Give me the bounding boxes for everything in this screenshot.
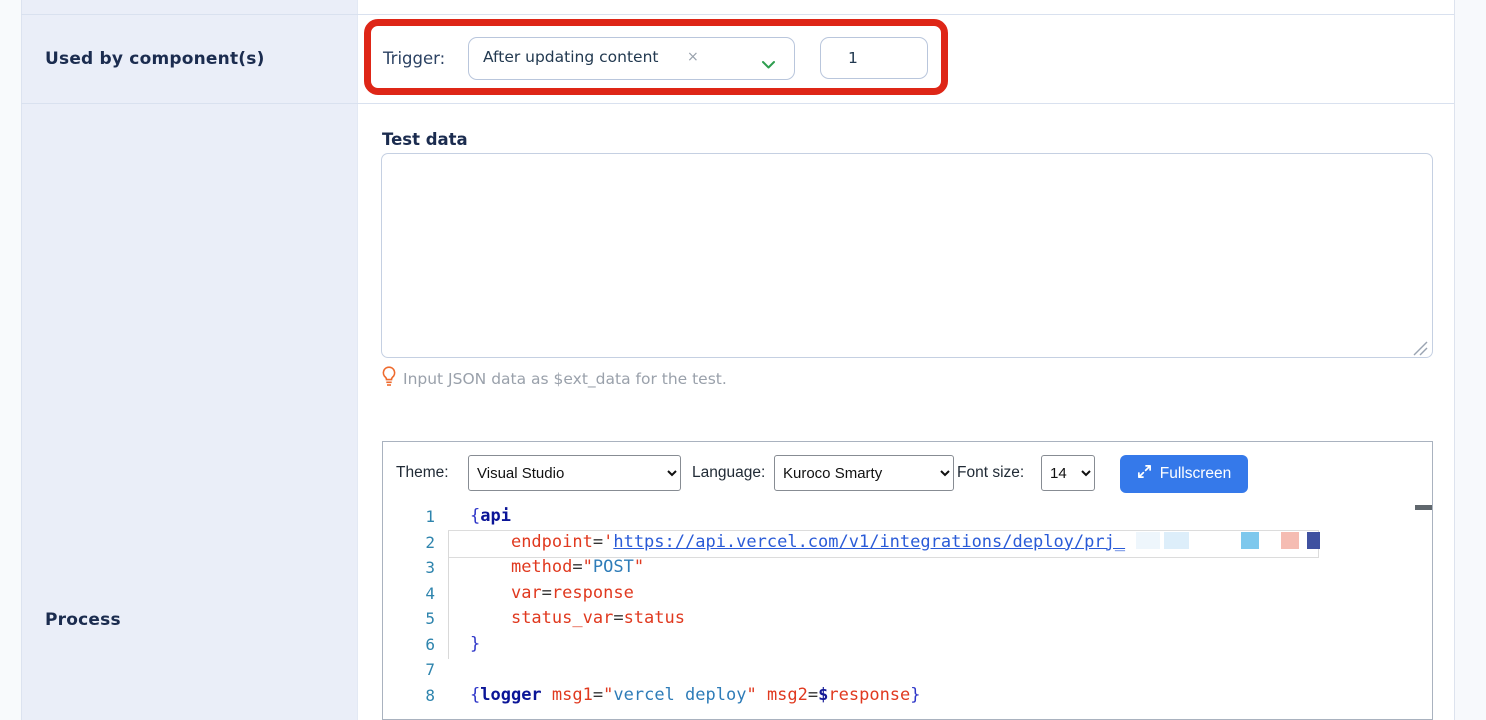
code-token: method bbox=[510, 557, 573, 578]
textarea-resize-handle[interactable] bbox=[1408, 340, 1428, 360]
code-editor-panel: Theme: Visual Studio Language: Kuroco Sm… bbox=[382, 441, 1433, 720]
column-divider bbox=[357, 0, 358, 720]
code-token: response bbox=[828, 684, 911, 705]
code-line[interactable]: {api bbox=[470, 504, 1320, 530]
row-label-used-by-components: Used by component(s) bbox=[45, 49, 265, 69]
minimap[interactable] bbox=[1328, 504, 1414, 528]
code-token: { bbox=[470, 684, 481, 705]
font-size-label: Font size: bbox=[957, 464, 1025, 481]
code-token: var bbox=[510, 582, 542, 603]
language-select[interactable]: Kuroco Smarty bbox=[774, 455, 954, 491]
code-token: status_var bbox=[510, 608, 614, 629]
row-divider-top bbox=[21, 14, 1454, 15]
code-token: " bbox=[633, 557, 645, 578]
code-token: = bbox=[807, 684, 819, 705]
code-line[interactable]: status_var=status bbox=[470, 606, 1320, 632]
fullscreen-button-label: Fullscreen bbox=[1159, 465, 1232, 482]
hint-text: Input JSON data as $ext_data for the tes… bbox=[403, 369, 727, 388]
test-data-hint: Input JSON data as $ext_data for the tes… bbox=[381, 366, 727, 391]
code-token: = bbox=[572, 557, 583, 578]
page-right-gutter bbox=[1454, 0, 1486, 720]
line-number: 2 bbox=[425, 532, 435, 552]
test-data-textarea[interactable] bbox=[381, 153, 1433, 358]
language-label: Language: bbox=[692, 464, 766, 481]
code-token: vercel deploy bbox=[613, 684, 747, 705]
line-number: 3 bbox=[425, 558, 435, 578]
remove-tag-icon[interactable]: × bbox=[687, 49, 699, 65]
font-size-select[interactable]: 14 bbox=[1041, 455, 1095, 491]
lightbulb-icon bbox=[381, 366, 397, 391]
code-token: " bbox=[603, 684, 614, 705]
code-token: $ bbox=[818, 684, 829, 705]
line-number: 4 bbox=[425, 583, 435, 603]
code-token: = bbox=[592, 531, 604, 552]
code-line[interactable]: var=response bbox=[470, 581, 1320, 607]
code-text-area[interactable]: {api endpoint='https://api.vercel.com/v1… bbox=[470, 504, 1320, 709]
minimap-line bbox=[1328, 525, 1414, 528]
expand-arrows-icon bbox=[1137, 464, 1152, 484]
code-token: logger bbox=[480, 684, 542, 705]
page: Used by component(s) Process Trigger: Af… bbox=[0, 0, 1486, 720]
code-token: endpoint bbox=[510, 531, 593, 552]
trigger-count-input[interactable] bbox=[820, 37, 928, 79]
theme-select[interactable]: Visual Studio bbox=[468, 455, 681, 491]
theme-label: Theme: bbox=[396, 464, 449, 481]
line-number-gutter: 1 2 3 4 5 6 7 8 bbox=[383, 504, 435, 709]
row-label-process: Process bbox=[45, 610, 121, 630]
test-data-heading: Test data bbox=[382, 130, 468, 149]
fullscreen-button[interactable]: Fullscreen bbox=[1120, 455, 1248, 493]
code-token: response bbox=[551, 582, 634, 603]
line-number: 5 bbox=[425, 609, 435, 629]
code-line[interactable]: } bbox=[470, 632, 1320, 658]
row-divider-middle bbox=[21, 103, 1454, 104]
code-token: = bbox=[592, 684, 604, 705]
code-token: status bbox=[623, 608, 685, 629]
code-token: { bbox=[470, 506, 481, 526]
chevron-down-icon[interactable] bbox=[761, 55, 776, 74]
code-line[interactable]: method="POST" bbox=[470, 555, 1320, 581]
line-number: 7 bbox=[425, 660, 435, 680]
trigger-label: Trigger: bbox=[383, 49, 446, 68]
line-number: 1 bbox=[425, 507, 435, 526]
trigger-selected-option: After updating content bbox=[483, 48, 659, 66]
code-token: } bbox=[470, 633, 481, 654]
code-token: POST bbox=[592, 557, 634, 578]
trigger-select[interactable]: After updating content × bbox=[468, 37, 795, 80]
code-token: msg2 bbox=[766, 684, 808, 705]
code-token: api bbox=[480, 506, 511, 526]
code-token: msg1 bbox=[551, 684, 593, 705]
code-line[interactable]: endpoint='https://api.vercel.com/v1/inte… bbox=[470, 530, 1320, 556]
line-number: 6 bbox=[425, 634, 435, 654]
code-line[interactable] bbox=[470, 657, 1320, 683]
overview-ruler-cursor-marker bbox=[1415, 505, 1432, 510]
code-token: = bbox=[613, 608, 624, 629]
code-token: } bbox=[910, 684, 921, 705]
code-token: " bbox=[582, 557, 593, 578]
indent-guide bbox=[448, 531, 449, 659]
code-token: ' bbox=[603, 531, 614, 552]
code-line[interactable]: {logger msg1="vercel deploy" msg2=$respo… bbox=[470, 683, 1320, 709]
code-token: " bbox=[746, 684, 757, 705]
code-token: https://api.vercel.com/v1/integrations/d… bbox=[613, 531, 1126, 552]
line-number: 8 bbox=[425, 685, 435, 705]
code-token: = bbox=[541, 582, 552, 603]
